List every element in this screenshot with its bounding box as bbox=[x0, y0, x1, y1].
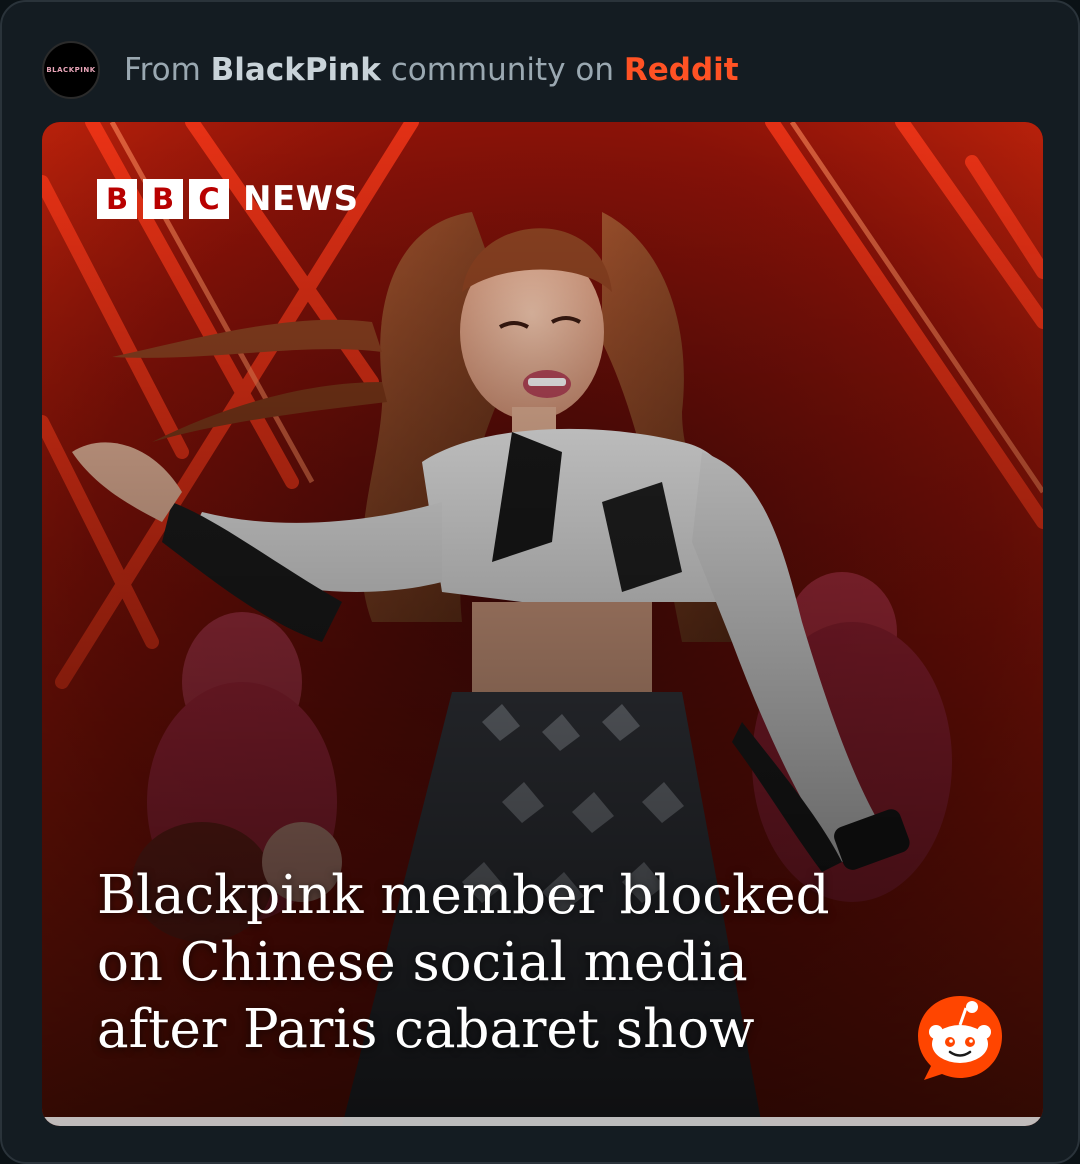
headline: Blackpink member blocked on Chinese soci… bbox=[97, 862, 977, 1063]
community-name-link[interactable]: BlackPink bbox=[211, 52, 381, 88]
avatar-label: BLACKPINK bbox=[46, 66, 96, 74]
post-image[interactable]: B B C NEWS Blackpink member blocked on C… bbox=[42, 122, 1043, 1126]
source-prefix: From bbox=[124, 52, 211, 88]
bbc-logo-letter-3: C bbox=[189, 179, 229, 219]
source-line: From BlackPink community on Reddit bbox=[124, 52, 739, 88]
headline-line-3: after Paris cabaret show bbox=[97, 999, 755, 1060]
post-source-header: BLACKPINK From BlackPink community on Re… bbox=[42, 40, 739, 100]
platform-link[interactable]: Reddit bbox=[624, 52, 739, 88]
bbc-logo-letter-2: B bbox=[143, 179, 183, 219]
source-middle: community on bbox=[380, 52, 624, 88]
headline-line-2: on Chinese social media bbox=[97, 932, 748, 993]
community-avatar[interactable]: BLACKPINK bbox=[42, 41, 100, 99]
reddit-embed-card[interactable]: BLACKPINK From BlackPink community on Re… bbox=[0, 0, 1080, 1164]
bbc-news-logo: B B C NEWS bbox=[97, 179, 359, 219]
reddit-snoo-icon[interactable] bbox=[912, 990, 1008, 1086]
bbc-logo-word: NEWS bbox=[243, 179, 359, 219]
bbc-logo-letter-1: B bbox=[97, 179, 137, 219]
headline-line-1: Blackpink member blocked bbox=[97, 865, 830, 926]
